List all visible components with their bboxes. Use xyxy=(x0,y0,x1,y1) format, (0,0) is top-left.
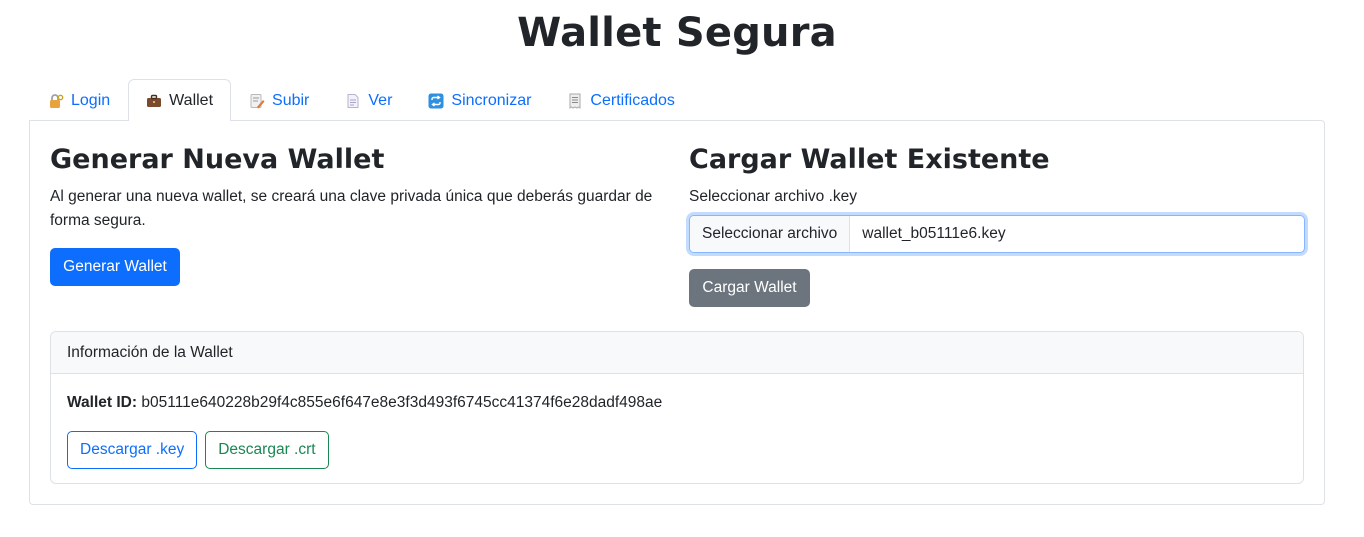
selected-file-name: wallet_b05111e6.key xyxy=(862,225,1006,242)
receipt-icon xyxy=(567,93,583,109)
sync-arrows-icon xyxy=(428,93,444,109)
tab-certificados[interactable]: Certificados xyxy=(549,80,692,121)
wallet-info-body: Wallet ID: b05111e640228b29f4c855e6f647e… xyxy=(51,374,1303,469)
briefcase-icon xyxy=(146,93,162,109)
tab-wallet[interactable]: Wallet xyxy=(128,79,232,121)
wallet-id-value: b05111e640228b29f4c855e6f647e8e3f3d493f6… xyxy=(141,394,663,411)
file-input-label: Seleccionar archivo .key xyxy=(689,188,857,205)
select-file-button[interactable]: Seleccionar archivo xyxy=(690,216,851,252)
wallet-id-label: Wallet ID: xyxy=(67,394,138,411)
tab-bar: Login Wallet Subir Ver Sincronizar Certi… xyxy=(30,79,693,121)
generate-wallet-section: Generar Nueva Wallet Al generar una nuev… xyxy=(50,143,670,286)
generate-description: Al generar una nueva wallet, se creará u… xyxy=(50,188,653,229)
tab-subir[interactable]: Subir xyxy=(231,80,327,121)
page-icon xyxy=(345,93,361,109)
load-wallet-button[interactable]: Cargar Wallet xyxy=(689,269,810,307)
tab-sincronizar[interactable]: Sincronizar xyxy=(410,80,549,121)
download-key-button[interactable]: Descargar .key xyxy=(67,431,198,469)
wallet-info-card: Información de la Wallet Wallet ID: b051… xyxy=(50,331,1304,484)
tab-ver[interactable]: Ver xyxy=(327,80,410,121)
tab-label: Ver xyxy=(368,92,393,109)
wallet-tab-panel: Generar Nueva Wallet Al generar una nuev… xyxy=(29,120,1325,505)
wallet-info-header: Información de la Wallet xyxy=(51,332,1303,374)
page-title: Wallet Segura xyxy=(517,10,837,56)
download-crt-button[interactable]: Descargar .crt xyxy=(205,431,329,469)
load-heading: Cargar Wallet Existente xyxy=(689,144,1050,175)
generate-heading: Generar Nueva Wallet xyxy=(50,144,385,175)
tab-label: Certificados xyxy=(590,92,675,109)
lock-key-icon xyxy=(48,93,64,109)
tab-label: Login xyxy=(71,92,111,109)
load-wallet-section: Cargar Wallet Existente Seleccionar arch… xyxy=(689,143,1305,307)
wallet-id-line: Wallet ID: b05111e640228b29f4c855e6f647e… xyxy=(67,392,1287,414)
tab-login[interactable]: Login xyxy=(30,80,128,121)
memo-pencil-icon xyxy=(249,93,265,109)
generate-wallet-button[interactable]: Generar Wallet xyxy=(50,248,180,286)
key-file-input[interactable]: Seleccionar archivo wallet_b05111e6.key xyxy=(689,215,1305,253)
tab-label: Wallet xyxy=(169,91,214,109)
tab-label: Sincronizar xyxy=(451,92,532,109)
tab-label: Subir xyxy=(272,92,310,109)
download-buttons: Descargar .key Descargar .crt xyxy=(67,431,1287,469)
